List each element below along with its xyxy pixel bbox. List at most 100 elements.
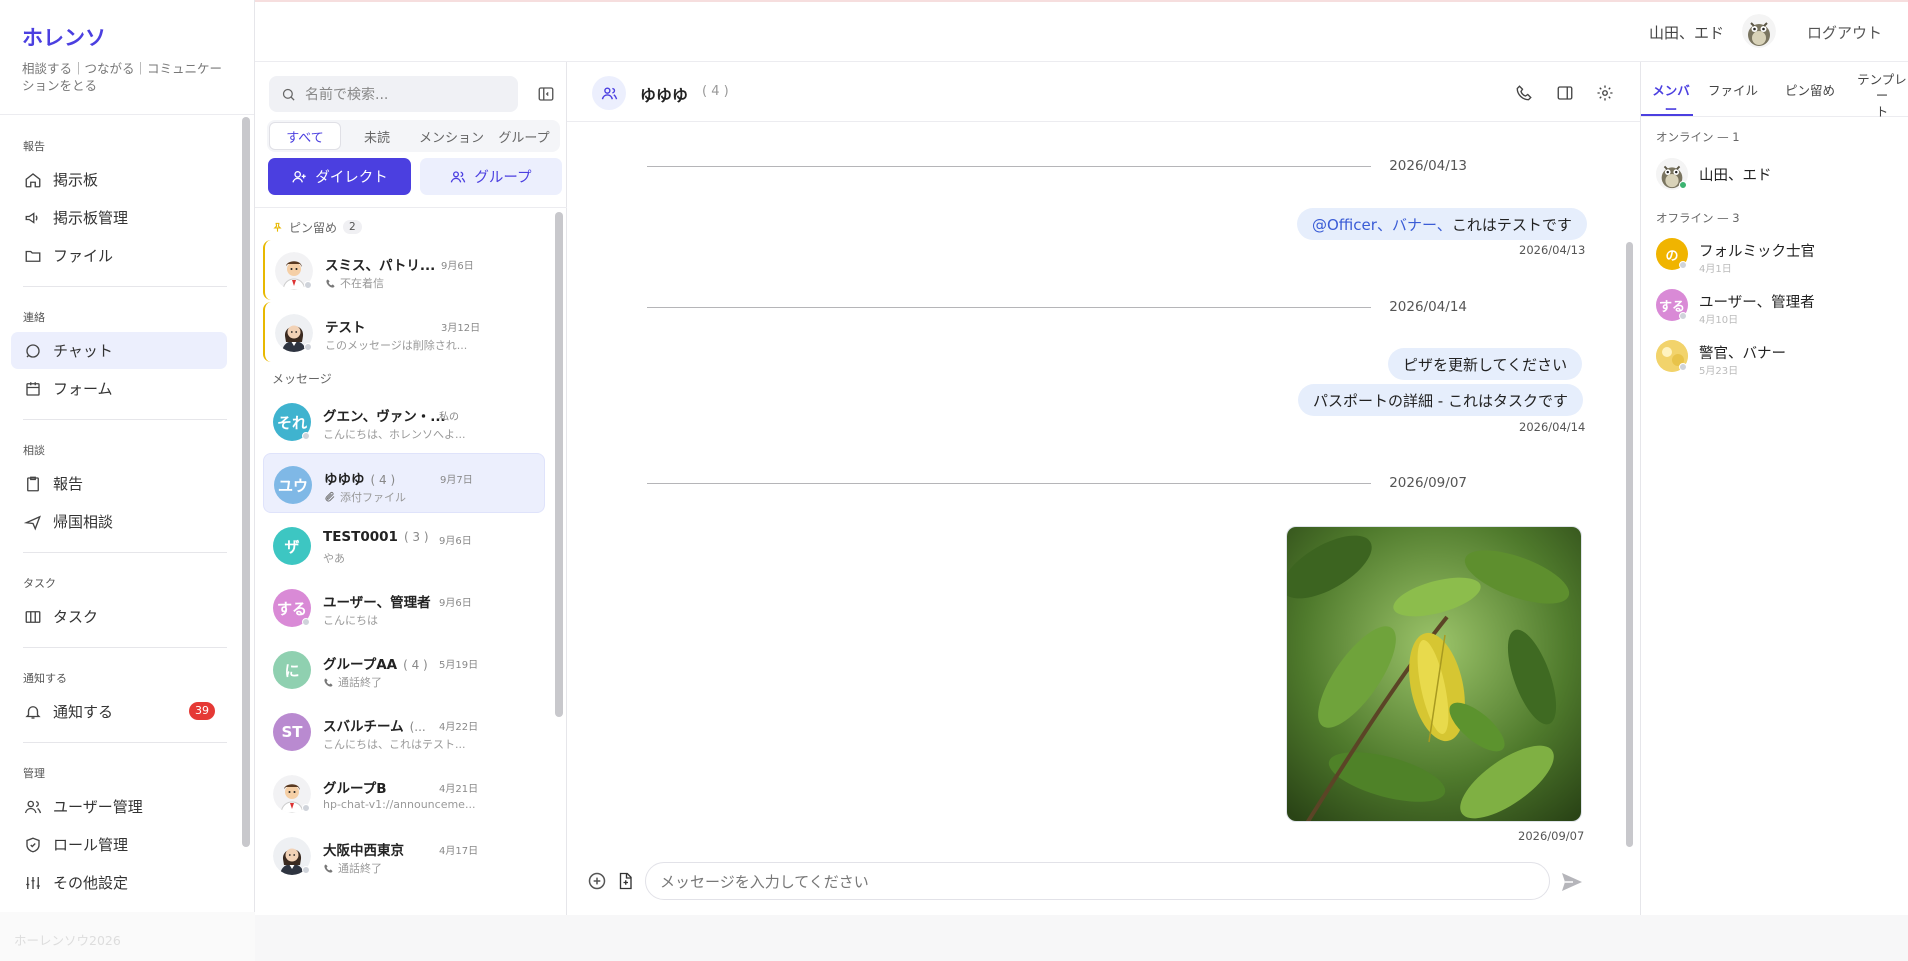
conversation-item[interactable]: グループB 4月21日 hp-chat-v1://announceme...	[263, 763, 545, 823]
phone-icon	[325, 278, 336, 289]
nav-section-title: 相談	[23, 444, 45, 457]
date-separator-line	[647, 482, 1371, 484]
tab-files[interactable]: ファイル	[1707, 80, 1759, 99]
list-divider	[255, 207, 567, 208]
sidebar-footer: ホーレンソウ2026	[0, 912, 255, 961]
filter-tab-all[interactable]: すべて	[269, 122, 341, 150]
chat-scrollbar[interactable]	[1626, 242, 1633, 847]
member-item[interactable]: 警官、バナー 5月23日	[1656, 336, 1906, 378]
nav-item-form[interactable]: フォーム	[11, 370, 227, 407]
brand-name[interactable]: ホレンソ	[22, 22, 232, 52]
conversation-item[interactable]: テスト 3月12日 このメッセージは削除され...	[263, 302, 545, 362]
image-attachment[interactable]	[1286, 526, 1582, 822]
nav-section-title: 通知する	[23, 672, 67, 685]
conversation-item[interactable]: スミス、パトリ... 9月6日 不在着信	[263, 240, 545, 300]
header-user-avatar[interactable]	[1742, 14, 1776, 48]
conversation-date: 3月12日	[441, 323, 481, 334]
conversation-preview: こんにちは、ホレンソへよ...	[323, 428, 466, 441]
conversation-preview: 通話終了	[323, 860, 382, 876]
attach-file-icon[interactable]	[616, 871, 634, 891]
collapse-panel-icon[interactable]	[536, 84, 556, 104]
nav-item-notify[interactable]: 通知する 39	[11, 693, 227, 730]
new-group-label: グループ	[474, 170, 532, 186]
message-bubble[interactable]: ピザを更新してください	[1388, 348, 1583, 380]
date-separator: 2026/04/13	[647, 156, 1467, 176]
message-bubble[interactable]: @Officer、バナー、 これはテストです	[1297, 208, 1587, 240]
conversation-item[interactable]: それ グエン、ヴァン・... 私の こんにちは、ホレンソへよ...	[263, 391, 545, 451]
mention-text[interactable]: @Officer、バナー、	[1312, 214, 1452, 235]
avatar: ユウ	[274, 466, 312, 504]
online-section-title: オンライン — 1	[1656, 130, 1740, 144]
notify-count-badge: 39	[189, 702, 215, 720]
conversation-name-text: TEST0001	[323, 529, 398, 545]
phone-call-icon[interactable]	[1513, 82, 1535, 104]
conversation-item[interactable]: ザ TEST0001 ( 3 ) 9月6日 やあ	[263, 515, 545, 575]
pin-icon	[272, 222, 283, 233]
plus-circle-icon[interactable]	[587, 871, 607, 891]
member-item[interactable]: する ユーザー、管理者 4月10日	[1656, 285, 1906, 327]
nav-item-task[interactable]: タスク	[11, 598, 227, 635]
pinned-title-label: ピン留め	[289, 220, 338, 235]
conversation-item[interactable]: に グループAA ( 4 ) 5月19日 通話終了	[263, 639, 545, 699]
sidebar-scrollbar[interactable]	[242, 117, 250, 847]
search-input[interactable]: 名前で検索...	[269, 76, 518, 112]
logout-link[interactable]: ログアウト	[1807, 22, 1882, 43]
message-composer: メッセージを入力してください	[567, 852, 1640, 915]
conversation-preview: こんにちは、これはテスト...	[323, 738, 466, 751]
nav-item-files[interactable]: ファイル	[11, 237, 227, 274]
member-count: ( 4 )	[370, 473, 396, 487]
tab-pinned[interactable]: ピン留め	[1785, 80, 1835, 99]
chat-bubble-icon	[23, 341, 43, 361]
tab-members[interactable]: メンバー	[1651, 80, 1691, 118]
conversation-item[interactable]: する ユーザー、管理者 9月6日 こんにちは	[263, 577, 545, 637]
brand: ホレンソ 相談する｜つながる｜コミュニケーションをとる	[0, 0, 254, 115]
members-panel: メンバー ファイル ピン留め テンプレー ト オンライン — 1 山田、エド オ…	[1640, 62, 1908, 915]
nav-item-board-admin[interactable]: 掲示板管理	[11, 199, 227, 236]
nav-section-title: 連絡	[23, 311, 45, 324]
nav-item-chat[interactable]: チャット	[11, 332, 227, 369]
filter-tab-mentions[interactable]: メンション	[413, 122, 490, 150]
users-icon	[601, 85, 618, 102]
users-icon	[23, 797, 43, 817]
tab-templates[interactable]: テンプレー ト	[1851, 72, 1908, 120]
conversation-date: 9月6日	[441, 261, 474, 272]
nav-section-title: 報告	[23, 140, 45, 153]
new-direct-button[interactable]: ダイレクト	[268, 158, 411, 195]
member-count: ( 3 )	[403, 530, 429, 544]
side-panel-icon[interactable]	[1554, 82, 1576, 104]
member-item[interactable]: 山田、エド	[1656, 154, 1906, 196]
folder-icon	[23, 246, 43, 266]
conversation-name: グエン、ヴァン・...	[323, 409, 446, 425]
phone-icon	[323, 677, 334, 688]
avatar: ザ	[273, 527, 311, 565]
nav-item-board[interactable]: 掲示板	[11, 161, 227, 198]
conversation-item[interactable]: 大阪中西東京 4月17日 通話終了	[263, 825, 545, 885]
home-icon	[23, 170, 43, 190]
nav-item-return-consult[interactable]: 帰国相談	[11, 503, 227, 540]
message-input[interactable]: メッセージを入力してください	[645, 862, 1550, 900]
filter-tab-unread[interactable]: 未読	[341, 122, 413, 150]
conversation-name: スバルチーム (...	[323, 715, 426, 735]
gear-icon[interactable]	[1594, 82, 1616, 104]
presence-dot	[304, 343, 312, 351]
header-user-name[interactable]: 山田、エド	[1649, 22, 1724, 43]
conversation-name: TEST0001 ( 3 )	[323, 529, 429, 545]
nav-item-role-admin[interactable]: ロール管理	[11, 826, 227, 863]
nav-item-other-settings[interactable]: その他設定	[11, 864, 227, 901]
conversation-date: 9月6日	[439, 598, 472, 609]
message-bubble[interactable]: パスポートの詳細 - これはタスクです	[1298, 384, 1583, 416]
date-separator-text: 2026/04/13	[1389, 158, 1467, 174]
send-icon[interactable]	[1559, 870, 1585, 894]
nav-item-report[interactable]: 報告	[11, 465, 227, 502]
conversation-item-active[interactable]: ユウ ゆゆゆ ( 4 ) 9月7日 添付ファイル	[263, 453, 545, 513]
member-item[interactable]: の フォルミック士官 4月1日	[1656, 234, 1906, 276]
new-group-button[interactable]: グループ	[420, 158, 562, 195]
conversation-name: グループB	[323, 781, 387, 797]
nav-item-user-admin[interactable]: ユーザー管理	[11, 788, 227, 825]
phone-icon	[323, 863, 334, 874]
list-scrollbar[interactable]	[555, 212, 563, 717]
filter-tab-groups[interactable]: グループ	[490, 122, 558, 150]
date-separator-line	[647, 306, 1371, 308]
plane-icon	[23, 512, 43, 532]
conversation-item[interactable]: ST スバルチーム (... 4月22日 こんにちは、これはテスト...	[263, 701, 545, 761]
